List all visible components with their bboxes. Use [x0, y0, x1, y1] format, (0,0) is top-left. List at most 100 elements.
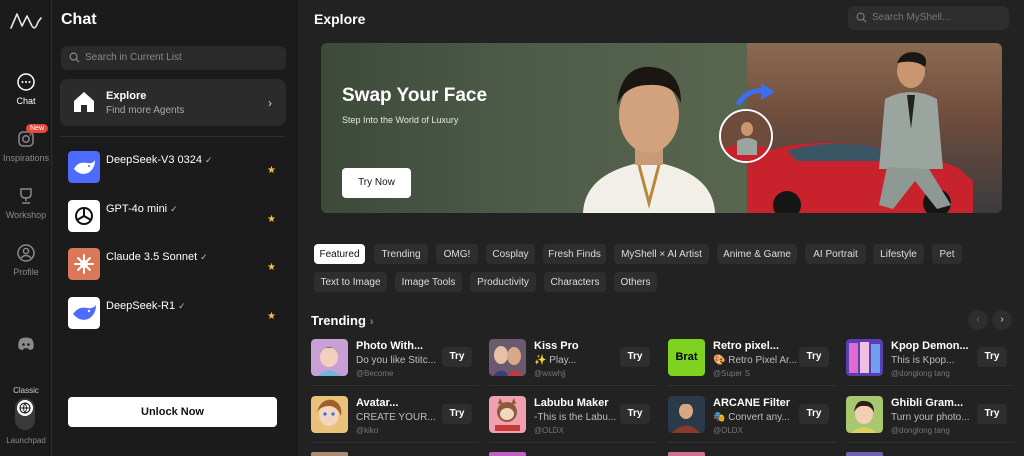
- star-icon[interactable]: ★: [267, 165, 276, 176]
- agent-card[interactable]: Photo With... Do you like Stitc... @Beco…: [311, 339, 479, 386]
- card-description: 🎨 Retro Pixel Ar...: [713, 355, 798, 366]
- chat-title: Chat: [61, 11, 97, 28]
- explore-title: Explore: [106, 90, 147, 102]
- explore-subtitle: Find more Agents: [106, 105, 185, 116]
- agent-card[interactable]: Brat Retro pixel... 🎨 Retro Pixel Ar... …: [668, 339, 836, 386]
- hero-banner[interactable]: Swap Your Face Step Into the World of Lu…: [321, 43, 1002, 213]
- card-title: ARCANE Filter: [713, 397, 791, 409]
- try-button[interactable]: Try: [799, 347, 829, 367]
- try-button[interactable]: Try: [977, 404, 1007, 424]
- card-author: @OLDX: [534, 426, 564, 435]
- card-description: This is Kpop...: [891, 355, 955, 366]
- card-thumbnail-image: [489, 339, 526, 376]
- try-now-button[interactable]: Try Now: [342, 168, 411, 198]
- card-author: @Super S: [713, 369, 751, 378]
- openai-avatar-icon: [68, 200, 100, 232]
- search-myshell-input[interactable]: Search MyShell...: [848, 6, 1009, 30]
- search-icon: [856, 12, 867, 23]
- try-button[interactable]: Try: [442, 347, 472, 367]
- new-badge: New: [26, 124, 49, 133]
- star-icon[interactable]: ★: [267, 311, 276, 322]
- portrait-image: [583, 66, 715, 213]
- tag-trending[interactable]: Trending: [374, 244, 428, 264]
- verified-icon: ✓: [178, 301, 186, 311]
- card-thumbnail-image: [846, 339, 883, 376]
- discord-icon[interactable]: [17, 337, 35, 351]
- tag-productivity[interactable]: Productivity: [470, 272, 536, 292]
- verified-icon: ✓: [205, 155, 213, 165]
- classic-toggle[interactable]: [15, 398, 35, 430]
- rail-item-inspirations[interactable]: New Inspirations: [0, 124, 52, 163]
- agent-card[interactable]: Kpop Demon... This is Kpop... @donglong …: [846, 339, 1014, 386]
- agent-card[interactable]: Kiss Pro ✨ Play... @wxwhjj Try: [489, 339, 657, 386]
- card-description: Do you like Stitc...: [356, 355, 437, 366]
- card-description: ✨ Play...: [534, 355, 577, 366]
- try-button[interactable]: Try: [977, 347, 1007, 367]
- agent-item[interactable]: Claude 3.5 Sonnet ✓ ★: [68, 248, 283, 282]
- swap-arrow-icon: [736, 83, 775, 106]
- next-row-thumbnail: [311, 452, 348, 456]
- card-title: Kpop Demon...: [891, 340, 969, 352]
- tag-pet[interactable]: Pet: [932, 244, 962, 264]
- card-thumbnail-image: [846, 396, 883, 433]
- try-button[interactable]: Try: [799, 404, 829, 424]
- globe-icon: [19, 402, 31, 414]
- agent-card[interactable]: Labubu Maker -This is the Labu... @OLDX …: [489, 396, 657, 443]
- agent-card[interactable]: ARCANE Filter 🎭 Convert any... @OLDX Try: [668, 396, 836, 443]
- chat-bubble-icon: [17, 73, 35, 91]
- tag-others[interactable]: Others: [614, 272, 657, 292]
- tag-anime-game[interactable]: Anime & Game: [717, 244, 797, 264]
- myshell-logo-icon[interactable]: [10, 10, 42, 32]
- divider: [311, 385, 479, 386]
- carousel-next-button[interactable]: ›: [992, 310, 1012, 330]
- tag-text-to-image[interactable]: Text to Image: [314, 272, 387, 292]
- agent-card[interactable]: Avatar... CREATE YOUR... @kiko Try: [311, 396, 479, 443]
- tag-myshell-ai-artist[interactable]: MyShell × AI Artist: [614, 244, 709, 264]
- tag-characters[interactable]: Characters: [544, 272, 606, 292]
- card-thumbnail-image: [489, 396, 526, 433]
- banner-title: Swap Your Face: [342, 85, 488, 106]
- tag-cosplay[interactable]: Cosplay: [486, 244, 535, 264]
- rail-label-workshop: Workshop: [5, 210, 47, 220]
- carousel-prev-button[interactable]: ‹: [968, 310, 988, 330]
- rail-item-workshop[interactable]: Workshop: [0, 186, 52, 220]
- tag-omg[interactable]: OMG!: [436, 244, 478, 264]
- divider: [311, 442, 479, 443]
- agent-card[interactable]: Ghibli Gram... Turn your photo... @dongl…: [846, 396, 1014, 443]
- trophy-icon: [20, 188, 32, 204]
- card-title: Retro pixel...: [713, 340, 780, 352]
- agent-item[interactable]: GPT-4o mini ✓ ★: [68, 200, 283, 234]
- face-inset-image: [719, 109, 773, 163]
- agent-name: Claude 3.5 Sonnet: [106, 251, 198, 263]
- unlock-now-button[interactable]: Unlock Now: [68, 397, 277, 427]
- banner-subtitle: Step Into the World of Luxury: [342, 115, 459, 125]
- rail-item-profile[interactable]: Profile: [0, 243, 52, 277]
- tag-ai-portrait[interactable]: AI Portrait: [805, 244, 866, 264]
- agent-name: DeepSeek-R1: [106, 300, 176, 312]
- card-title: Photo With...: [356, 340, 424, 352]
- agent-item[interactable]: DeepSeek-V3 0324 ✓ ★: [68, 151, 283, 185]
- try-button[interactable]: Try: [442, 404, 472, 424]
- verified-icon: ✓: [170, 204, 178, 214]
- trending-section-title[interactable]: Trending ›: [311, 313, 374, 328]
- card-description: 🎭 Convert any...: [713, 412, 790, 423]
- card-title: Avatar...: [356, 397, 399, 409]
- try-button[interactable]: Try: [620, 404, 650, 424]
- agent-item[interactable]: DeepSeek-R1 ✓ ★: [68, 297, 283, 331]
- tag-lifestyle[interactable]: Lifestyle: [873, 244, 924, 264]
- search-placeholder: Search in Current List: [85, 52, 182, 63]
- rail-item-chat[interactable]: Chat: [0, 72, 52, 106]
- app-window: Chat New Inspirations Workshop Profile C…: [0, 0, 1024, 456]
- star-icon[interactable]: ★: [267, 262, 276, 273]
- try-button[interactable]: Try: [620, 347, 650, 367]
- divider: [60, 136, 286, 137]
- tag-featured[interactable]: Featured: [314, 244, 365, 264]
- home-icon: [74, 92, 94, 112]
- search-current-list-input[interactable]: Search in Current List: [61, 46, 286, 70]
- tag-fresh-finds[interactable]: Fresh Finds: [543, 244, 606, 264]
- star-icon[interactable]: ★: [267, 214, 276, 225]
- agent-name: DeepSeek-V3 0324: [106, 154, 203, 166]
- card-author: @donglong tang: [891, 369, 950, 378]
- explore-agents-card[interactable]: Explore Find more Agents ›: [60, 79, 286, 126]
- tag-image-tools[interactable]: Image Tools: [395, 272, 462, 292]
